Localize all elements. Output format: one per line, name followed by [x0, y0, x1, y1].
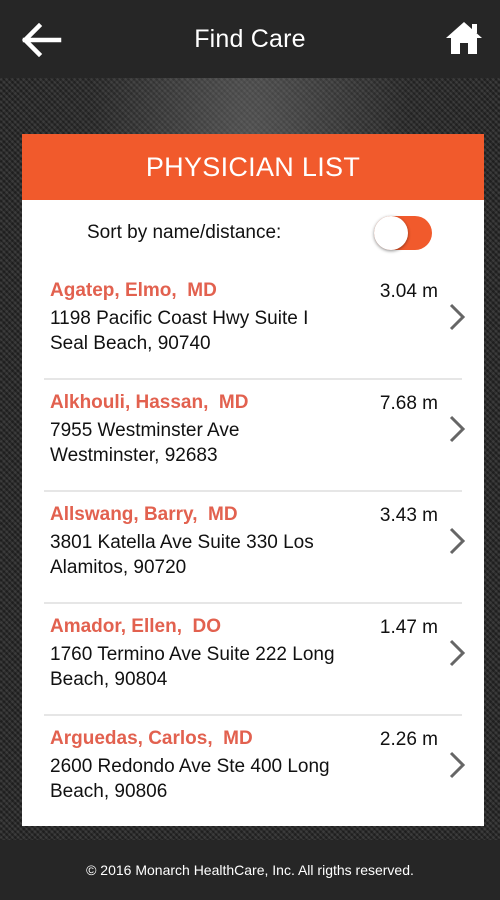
physician-address-line2: Beach, 90806	[50, 781, 168, 802]
sort-label: Sort by name/distance:	[87, 222, 282, 243]
chevron-right-icon	[449, 415, 466, 443]
physician-name: Allswang, Barry, MD	[50, 504, 238, 525]
physician-name: Arguedas, Carlos, MD	[50, 728, 253, 749]
chevron-right-icon	[449, 751, 466, 779]
physician-list-item[interactable]: Amador, Ellen, DO 1.47 m 1760 Termino Av…	[22, 604, 484, 716]
card-title: PHYSICIAN LIST	[145, 151, 361, 182]
home-button[interactable]	[442, 14, 486, 62]
app-screen: Find Care PHYSICIAN LIST Sort by name/di…	[0, 0, 500, 900]
top-bar: Find Care	[0, 0, 500, 78]
sort-toggle[interactable]	[374, 216, 432, 250]
physician-name: Amador, Ellen, DO	[50, 616, 222, 637]
physician-list-item[interactable]: Allswang, Barry, MD 3.43 m 3801 Katella …	[22, 492, 484, 604]
copyright-text: © 2016 Monarch HealthCare, Inc. All rigt…	[86, 862, 414, 878]
physician-list-item[interactable]: Arguedas, Carlos, MD 2.26 m 2600 Redondo…	[22, 716, 484, 826]
toggle-knob	[374, 216, 408, 250]
physician-distance: 3.04 m	[379, 281, 438, 302]
footer-bar: © 2016 Monarch HealthCare, Inc. All rigt…	[0, 840, 500, 900]
chevron-right-icon	[449, 303, 466, 331]
physician-distance: 1.47 m	[379, 617, 438, 638]
physician-name: Agatep, Elmo, MD	[50, 280, 217, 301]
physician-address-line2: Alamitos, 90720	[50, 557, 187, 578]
physician-list-card: PHYSICIAN LIST Sort by name/distance: Ag…	[22, 134, 484, 826]
physician-address-line1: 2600 Redondo Ave Ste 400 Long	[50, 756, 330, 777]
physician-distance: 2.26 m	[379, 729, 438, 750]
physician-address-line1: 1760 Termino Ave Suite 222 Long	[50, 644, 335, 665]
physician-name: Alkhouli, Hassan, MD	[50, 392, 249, 413]
sort-row: Sort by name/distance:	[22, 200, 484, 268]
card-header: PHYSICIAN LIST	[22, 134, 484, 200]
page-title: Find Care	[194, 24, 306, 53]
physician-distance: 3.43 m	[379, 505, 438, 526]
physician-list: Agatep, Elmo, MD 3.04 m 1198 Pacific Coa…	[22, 268, 484, 826]
physician-list-item[interactable]: Alkhouli, Hassan, MD 7.68 m 7955 Westmin…	[22, 380, 484, 492]
chevron-right-icon	[449, 527, 466, 555]
physician-address-line1: 3801 Katella Ave Suite 330 Los	[50, 532, 314, 553]
physician-distance: 7.68 m	[379, 393, 438, 414]
physician-address-line1: 7955 Westminster Ave	[50, 420, 240, 441]
physician-address-line2: Seal Beach, 90740	[50, 333, 211, 354]
physician-address-line1: 1198 Pacific Coast Hwy Suite I	[50, 308, 309, 329]
back-button[interactable]	[18, 16, 66, 64]
chevron-right-icon	[449, 639, 466, 667]
physician-address-line2: Beach, 90804	[50, 669, 168, 690]
arrow-left-icon	[22, 23, 62, 57]
physician-address-line2: Westminster, 92683	[50, 445, 218, 466]
physician-list-item[interactable]: Agatep, Elmo, MD 3.04 m 1198 Pacific Coa…	[22, 268, 484, 380]
home-icon	[446, 22, 482, 54]
